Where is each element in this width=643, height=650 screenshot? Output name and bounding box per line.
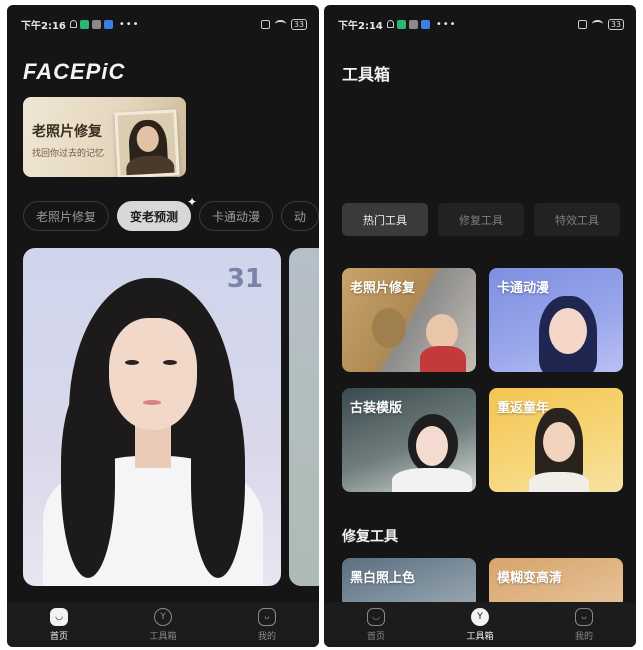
tab-label: 我的 <box>257 631 276 642</box>
app-notification-icon <box>396 19 406 29</box>
tab-toolbox[interactable]: Y 工具箱 <box>133 607 193 642</box>
app-notification-icon <box>420 19 430 29</box>
wifi-icon <box>591 20 603 28</box>
chip-old-photo-repair[interactable]: 老照片修复 <box>23 201 110 231</box>
more-notifications-icon: ••• <box>435 18 457 30</box>
app-logo: FACEPiC <box>23 59 126 84</box>
tool-colorize-bw[interactable]: 黑白照上色 <box>342 558 476 608</box>
banner-subtitle: 找回你过去的记忆 <box>32 149 105 159</box>
section-title: 修复工具 <box>342 529 398 545</box>
app-notification-icon <box>91 19 101 29</box>
status-time: 下午2:16 <box>21 20 66 32</box>
status-bar: 下午2:16 ••• 33 <box>21 15 307 33</box>
app-notification-icon <box>79 19 89 29</box>
home-icon: ◡ <box>50 607 68 626</box>
next-preview-card[interactable] <box>289 248 319 586</box>
bottom-tab-bar: ◡ 首页 Y 工具箱 ᴗ 我的 <box>324 602 636 647</box>
tab-label: 工具箱 <box>149 631 177 642</box>
tab-home[interactable]: ◡ 首页 <box>346 607 406 642</box>
tool-category-tabs: 热门工具 修复工具 特效工具 <box>342 203 620 236</box>
tool-blur-to-hd[interactable]: 模糊变高清 <box>489 558 623 608</box>
tool-old-photo-repair[interactable]: 老照片修复 <box>342 268 476 372</box>
sim-icon <box>577 19 587 29</box>
tool-label: 黑白照上色 <box>350 571 416 586</box>
toolbox-icon: Y <box>471 607 489 626</box>
old-photo-repair-banner[interactable]: 老照片修复 找回你过去的记忆 <box>23 97 186 177</box>
tool-label: 重返童年 <box>497 401 550 416</box>
tab-home[interactable]: ◡ 首页 <box>29 607 89 642</box>
home-screen: 下午2:16 ••• 33 FACEPiC 老照片修复 找回你过去的记忆 老照片… <box>7 5 319 647</box>
status-time: 下午2:14 <box>338 20 383 32</box>
toolbox-icon: Y <box>154 607 172 626</box>
tool-back-to-childhood[interactable]: 重返童年 <box>489 388 623 492</box>
tab-label: 工具箱 <box>466 631 494 642</box>
tab-profile[interactable]: ᴗ 我的 <box>554 607 614 642</box>
sim-icon <box>260 19 270 29</box>
app-notification-icon <box>408 19 418 29</box>
profile-icon: ᴗ <box>575 607 593 626</box>
tab-label: 首页 <box>49 631 68 642</box>
tab-effect-tools[interactable]: 特效工具 <box>534 203 620 236</box>
tab-hot-tools[interactable]: 热门工具 <box>342 203 428 236</box>
chip-aging-prediction[interactable]: 变老预测 <box>117 201 192 231</box>
tab-label: 我的 <box>574 631 593 642</box>
banner-old-photo <box>114 109 180 177</box>
tool-label: 模糊变高清 <box>497 571 563 586</box>
tool-ancient-costume[interactable]: 古装模版 <box>342 388 476 492</box>
wifi-icon <box>274 20 286 28</box>
tool-label: 老照片修复 <box>350 281 416 296</box>
mute-bell-icon <box>386 20 394 28</box>
page-title: 工具箱 <box>342 65 391 84</box>
tab-repair-tools[interactable]: 修复工具 <box>438 203 524 236</box>
app-notification-icon <box>103 19 113 29</box>
status-bar: 下午2:14 ••• 33 <box>338 15 624 33</box>
feature-chips: 老照片修复 变老预测 卡通动漫 动 <box>23 201 319 231</box>
mute-bell-icon <box>69 20 77 28</box>
tool-label: 古装模版 <box>350 401 403 416</box>
aging-preview-card[interactable]: 31 <box>23 248 281 586</box>
tool-cartoon-anime[interactable]: 卡通动漫 <box>489 268 623 372</box>
chip-more[interactable]: 动 <box>281 201 319 231</box>
banner-title: 老照片修复 <box>32 124 102 140</box>
chip-cartoon-anime[interactable]: 卡通动漫 <box>199 201 274 231</box>
home-icon: ◡ <box>367 607 385 626</box>
tool-label: 卡通动漫 <box>497 281 550 296</box>
bottom-tab-bar: ◡ 首页 Y 工具箱 ᴗ 我的 <box>7 602 319 647</box>
more-notifications-icon: ••• <box>118 18 140 30</box>
toolbox-screen: 下午2:14 ••• 33 工具箱 热门工具 修复工具 特效工具 老照片修复 卡… <box>324 5 636 647</box>
tab-toolbox[interactable]: Y 工具箱 <box>450 607 510 642</box>
profile-icon: ᴗ <box>258 607 276 626</box>
tab-label: 首页 <box>366 631 385 642</box>
tab-profile[interactable]: ᴗ 我的 <box>237 607 297 642</box>
battery-icon: 33 <box>607 18 624 30</box>
age-number: 31 <box>226 264 263 294</box>
sparkle-icon: ✦ <box>187 195 198 209</box>
battery-icon: 33 <box>290 18 307 30</box>
